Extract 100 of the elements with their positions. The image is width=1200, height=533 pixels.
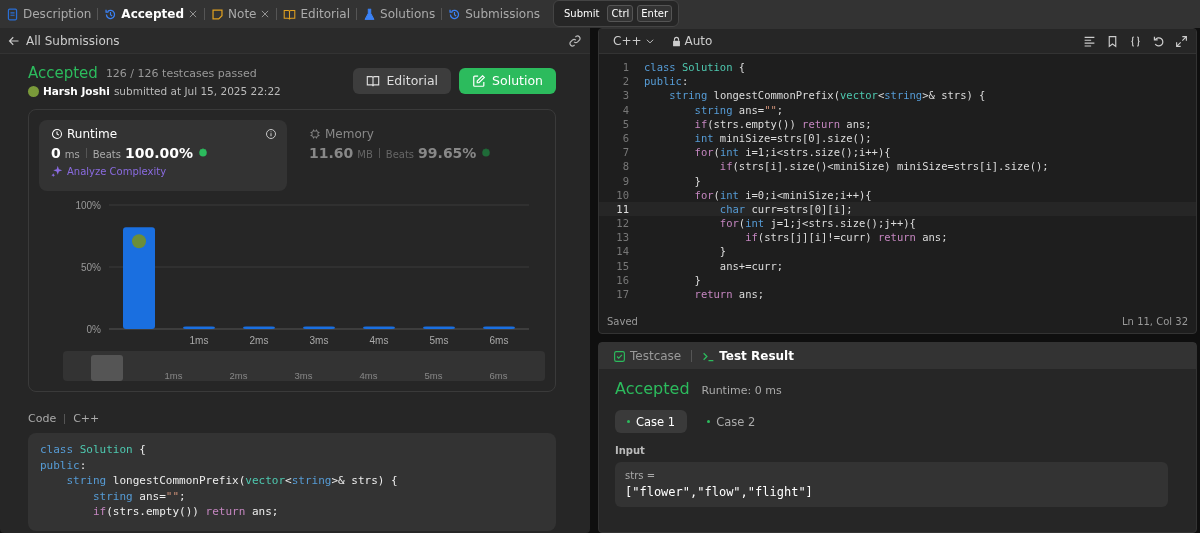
clock-icon [51, 128, 63, 140]
code-line: } [693, 272, 701, 287]
chevron-down-icon [644, 36, 655, 46]
keyboard-key: Ctrl [607, 5, 634, 22]
input-label: Input [615, 445, 646, 456]
axis-tick-label: 3ms [309, 335, 329, 346]
navigator-label: 3ms [293, 370, 314, 381]
code-line: if(strs[j][i]!=curr) return ans; [744, 230, 948, 245]
bookmark-icon[interactable] [1106, 34, 1119, 48]
runtime-bar[interactable] [243, 326, 275, 329]
tab[interactable]: Description [0, 0, 98, 28]
undo-icon[interactable] [1152, 34, 1165, 48]
code-line: for(int i=0;i<miniSize;i++){ [693, 187, 872, 202]
flask-icon [363, 7, 376, 21]
runtime-bar[interactable] [423, 326, 455, 329]
expand-icon[interactable] [1175, 34, 1188, 48]
beats-label: Beats [385, 149, 415, 160]
close-icon[interactable] [260, 9, 271, 19]
navigator-label: 2ms [228, 370, 249, 381]
metric-title: Runtime [67, 127, 118, 141]
language-dropdown[interactable]: C++ [607, 33, 661, 49]
line-number: 12 [615, 216, 630, 231]
axis-tick-label: 4ms [369, 335, 389, 346]
code-line: ans+=curr; [718, 258, 784, 273]
tab[interactable]: Solutions [357, 0, 442, 28]
runtime-text: Runtime: 0 ms [701, 384, 782, 397]
axis-tick-label: 50% [81, 262, 101, 273]
line-number: 7 [621, 145, 630, 160]
code-editor[interactable] [598, 28, 1197, 334]
axis-tick-label: 5ms [429, 335, 449, 346]
submission-status: Accepted [28, 64, 98, 82]
user-avatar [28, 85, 39, 97]
metric-card[interactable]: Runtime 0 ms Beats 100.00% Analyze Complexity [39, 120, 287, 191]
lock-icon [670, 35, 682, 47]
tab[interactable]: Testcase [607, 348, 688, 364]
format-icon[interactable] [1083, 34, 1096, 48]
runtime-bar[interactable] [483, 326, 515, 329]
checkbox-icon [613, 349, 626, 363]
metric-title: Memory [325, 127, 374, 141]
tab[interactable]: Accepted [98, 0, 205, 28]
runtime-bar[interactable] [183, 326, 215, 329]
code-line: public: [644, 74, 689, 89]
tab[interactable]: Test Result [696, 348, 800, 364]
code-block: class Solution { public: string longestCommonPrefix(vector<string>& strs) { string ans=""; if(strs.empty()) return ans; [28, 433, 556, 531]
code-line: if(strs[i].size()<miniSize) miniSize=strs[i].size(); [718, 159, 1049, 174]
sparkle-icon [51, 165, 63, 177]
line-number: 17 [615, 287, 630, 302]
code-line: } [718, 244, 727, 259]
testcases-passed: 126 / 126 testcases passed [105, 66, 257, 80]
document-icon [6, 7, 19, 21]
code-line: string longestCommonPrefix(vector<string>& strs) { [668, 88, 986, 103]
code-line: string ans=""; [693, 102, 784, 117]
axis-tick-label: 1ms [189, 335, 209, 346]
tab[interactable]: Submissions [442, 0, 547, 28]
user-name[interactable]: Harsh Joshi [43, 85, 110, 97]
metric-card[interactable]: Memory 11.60 MB Beats 99.65% [297, 120, 545, 191]
submit-shortcut-hint[interactable]: Submit Ctrl Enter [553, 0, 680, 27]
input-value: ["flower","flow","flight"] [625, 485, 814, 499]
keyboard-key: Enter [637, 5, 673, 22]
code-line: int miniSize=strs[0].size(); [693, 130, 872, 146]
metric-value: 11.60 [309, 145, 354, 161]
editorial-button[interactable]: Editorial [353, 67, 452, 94]
save-status: Saved [607, 315, 638, 327]
navigator-handle[interactable] [91, 355, 123, 381]
submission-time: submitted at Jul 15, 2025 22:22 [113, 85, 281, 97]
history-icon [448, 7, 462, 21]
history-icon [104, 7, 118, 21]
status-dot [707, 420, 711, 423]
close-icon[interactable] [188, 9, 199, 19]
runtime-bar[interactable] [303, 326, 335, 329]
chip-icon [309, 128, 321, 140]
case-tab[interactable]: Case 1 [615, 410, 688, 433]
code-line: if(strs.empty()) return ans; [693, 116, 872, 131]
line-number: 8 [621, 159, 630, 174]
line-number: 2 [621, 74, 630, 89]
code-line: return ans; [693, 287, 765, 302]
metric-unit: MB [357, 149, 373, 160]
navigator-label: 1ms [163, 370, 184, 381]
book-icon [366, 73, 381, 88]
line-number: 1 [621, 60, 630, 75]
line-number: 5 [621, 116, 630, 131]
metric-unit: ms [64, 149, 80, 160]
runtime-bar[interactable] [363, 326, 395, 329]
chart-navigator[interactable]: 1ms 2ms 3ms 4ms 5ms 6ms [63, 351, 545, 381]
note-icon [211, 7, 225, 21]
code-line: for(int i=1;i<strs.size();i++){ [693, 145, 891, 160]
line-number: 11 [615, 201, 630, 217]
info-icon [265, 128, 277, 140]
navigator-label: 6ms [488, 370, 509, 381]
back-link[interactable]: All Submissions [26, 33, 120, 48]
braces-icon[interactable] [1129, 34, 1142, 48]
variable-name: strs = [625, 470, 656, 481]
line-number: 16 [615, 272, 630, 287]
case-tab[interactable]: Case 2 [695, 410, 768, 433]
tab[interactable]: Note [205, 0, 277, 28]
tab[interactable]: Editorial [277, 0, 356, 28]
axis-tick-label: 100% [75, 200, 101, 211]
line-number: 4 [621, 102, 630, 117]
submit-label: Submit [563, 8, 601, 19]
user-avatar [132, 234, 146, 249]
